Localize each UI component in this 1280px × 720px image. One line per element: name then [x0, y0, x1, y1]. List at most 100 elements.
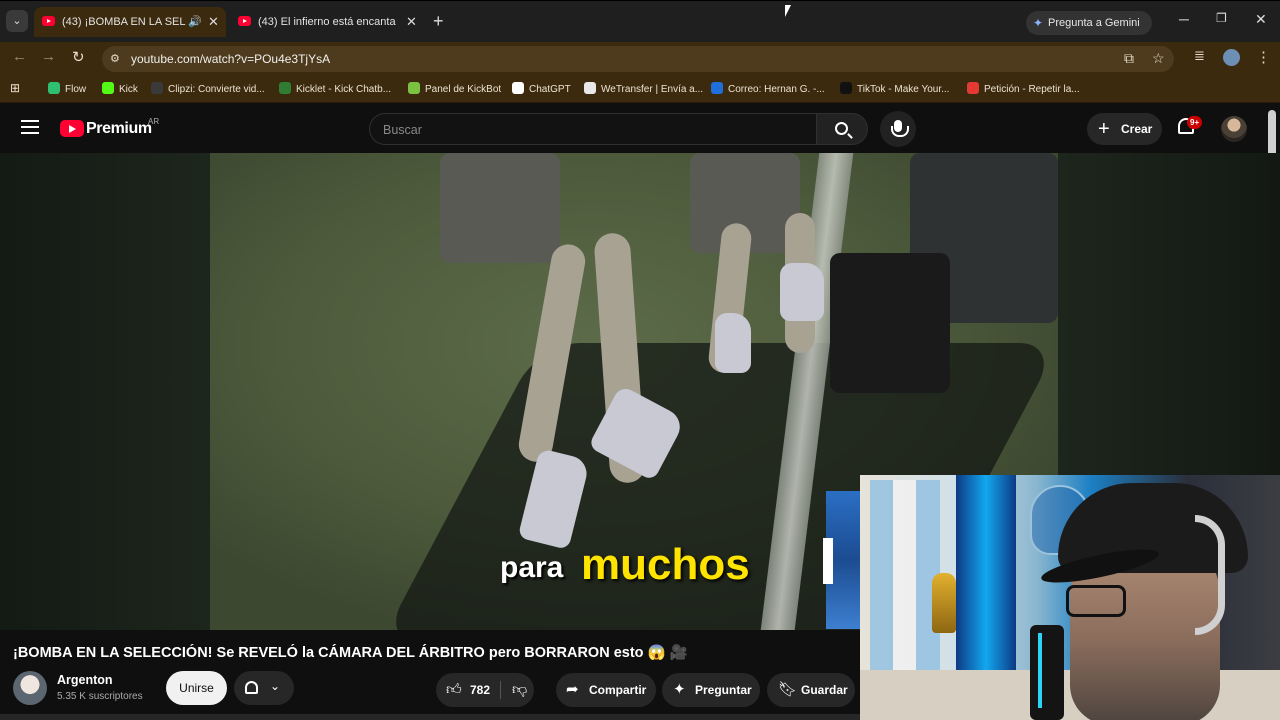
channel-avatar[interactable]: [13, 671, 47, 705]
youtube-header: Premium AR Buscar + Crear 9+: [0, 103, 1280, 153]
streamer-headset: [1195, 515, 1225, 635]
create-button[interactable]: + Crear: [1087, 113, 1162, 145]
tab-search-dropdown-icon[interactable]: ⌄: [6, 10, 28, 32]
search-button[interactable]: [816, 113, 868, 145]
wetransfer-icon: [584, 82, 596, 94]
minimize-window-icon[interactable]: ─: [1179, 11, 1189, 27]
chrome-menu-icon[interactable]: ⋮: [1256, 48, 1271, 66]
new-tab-button[interactable]: +: [433, 11, 444, 31]
chatgpt-icon: [512, 82, 524, 94]
description-box-edge: [0, 714, 860, 720]
profile-avatar-icon[interactable]: [1223, 49, 1240, 66]
subscriber-count: 5.35 K suscriptores: [57, 691, 143, 702]
gemini-sparkle-icon: ✦: [1033, 16, 1044, 30]
save-button[interactable]: 🔖︎ Guardar: [767, 673, 855, 707]
bookmarks-bar: ⊞ Flow Kick Clipzi: Convierte vid... Kickle…: [0, 75, 1280, 103]
close-window-icon[interactable]: ✕: [1255, 11, 1267, 28]
bookmark-label: ChatGPT: [529, 84, 571, 95]
search-placeholder: Buscar: [383, 123, 422, 137]
bookmark-label: Kicklet - Kick Chatb...: [296, 84, 392, 95]
change-org-icon: [967, 82, 979, 94]
bell-icon: [245, 681, 258, 694]
bookmark-label: Kick: [119, 84, 138, 95]
ask-label: Preguntar: [695, 683, 752, 697]
bookmark-label: Panel de KickBot: [425, 84, 502, 95]
tab-audio-icon[interactable]: 🔊: [188, 15, 202, 28]
bookmark-item[interactable]: TikTok - Make Your...: [840, 82, 949, 95]
join-button[interactable]: Unirse: [166, 671, 227, 705]
video-side-fill: [0, 153, 210, 630]
bookmark-item[interactable]: Correo: Hernan G. -...: [711, 82, 825, 95]
bookmark-label: Clipzi: Convierte vid...: [168, 84, 265, 95]
country-code: AR: [148, 117, 160, 126]
gemini-label: Pregunta a Gemini: [1048, 17, 1140, 29]
bookmark-item[interactable]: Panel de KickBot: [408, 82, 501, 95]
thumbs-down-icon[interactable]: 👎︎: [512, 673, 527, 707]
search-input[interactable]: Buscar: [369, 113, 816, 145]
like-count[interactable]: 782: [470, 673, 490, 707]
voice-search-microphone-icon[interactable]: [880, 111, 916, 147]
browser-tab-strip: ⌄ (43) ¡BOMBA EN LA SELECCI 🔊 ✕ (43) El …: [0, 0, 1280, 42]
bookmark-item[interactable]: WeTransfer | Envía a...: [584, 82, 703, 95]
kick-icon: [102, 82, 114, 94]
bookmark-item[interactable]: Kicklet - Kick Chatb...: [279, 82, 391, 95]
bookmark-item[interactable]: Flow: [48, 82, 86, 95]
chevron-down-icon: ⌄: [270, 679, 281, 693]
kickbot-icon: [408, 82, 420, 94]
video-inset-strip: [823, 538, 833, 584]
channel-name[interactable]: Argenton: [57, 673, 113, 687]
share-button[interactable]: ➦ Compartir: [556, 673, 656, 707]
ask-button[interactable]: ✦ Preguntar: [662, 673, 760, 707]
streaming-microphone: [1030, 625, 1064, 720]
video-subtitle-big: muchos: [581, 540, 750, 589]
video-title: ¡BOMBA EN LA SELECCIÓN! Se REVELÓ la CÁM…: [13, 645, 688, 661]
menu-hamburger-icon[interactable]: [21, 120, 39, 134]
reading-list-icon[interactable]: ≣: [1194, 48, 1205, 64]
sparkle-icon: ✦: [673, 681, 686, 698]
notifications-badge: 9+: [1187, 116, 1203, 129]
youtube-favicon-icon: [238, 16, 251, 26]
bookmark-label: Correo: Hernan G. -...: [728, 84, 825, 95]
install-app-icon[interactable]: ⧉: [1124, 50, 1134, 67]
tiktok-icon: [840, 82, 852, 94]
youtube-brand-label[interactable]: Premium: [86, 120, 152, 138]
bookmark-icon: 🔖︎: [778, 681, 798, 698]
restore-window-icon[interactable]: ❐: [1216, 11, 1227, 25]
bookmark-item[interactable]: ChatGPT: [512, 82, 571, 95]
share-label: Compartir: [589, 683, 647, 697]
bookmark-item[interactable]: Clipzi: Convierte vid...: [151, 82, 265, 95]
tab-title: (43) ¡BOMBA EN LA SELECCI: [62, 16, 186, 28]
like-divider: [500, 681, 501, 699]
player-shorts: [440, 153, 560, 263]
webcam-overlay: [860, 475, 1280, 720]
thumbs-up-icon[interactable]: 👍︎: [446, 673, 462, 707]
bookmark-star-icon[interactable]: ☆: [1152, 50, 1165, 67]
account-avatar[interactable]: [1221, 116, 1247, 142]
back-arrow-icon[interactable]: ←: [12, 48, 27, 65]
bookmark-label: WeTransfer | Envía a...: [601, 84, 704, 95]
tab-title: (43) El infierno está encantador: [258, 16, 396, 28]
reload-icon[interactable]: ↻: [72, 48, 85, 66]
close-tab-icon[interactable]: ✕: [208, 14, 219, 30]
subscription-bell-button[interactable]: ⌄: [234, 671, 294, 705]
referee-camera: [830, 253, 950, 393]
bookmark-label: Petición - Repetir la...: [984, 84, 1080, 95]
clipzi-icon: [151, 82, 163, 94]
youtube-logo-icon[interactable]: [60, 120, 84, 137]
player-shoe: [715, 313, 751, 373]
forward-arrow-icon[interactable]: →: [41, 48, 56, 65]
apps-grid-icon[interactable]: ⊞: [10, 81, 20, 95]
gemini-button[interactable]: ✦ Pregunta a Gemini: [1026, 11, 1152, 35]
browser-tab-active[interactable]: (43) ¡BOMBA EN LA SELECCI 🔊 ✕: [34, 7, 226, 37]
bookmark-item[interactable]: Petición - Repetir la...: [967, 82, 1080, 95]
address-bar[interactable]: ⚙ youtube.com/watch?v=POu4e3TjYsA ⧉ ☆: [102, 46, 1174, 72]
video-subtitle-small: para: [500, 551, 564, 584]
world-cup-trophy: [932, 573, 956, 633]
close-tab-icon[interactable]: ✕: [406, 14, 417, 30]
site-info-icon[interactable]: ⚙: [110, 52, 120, 65]
bookmark-label: TikTok - Make Your...: [857, 84, 950, 95]
bookmark-item[interactable]: Kick: [102, 82, 138, 95]
search-icon: [835, 122, 848, 135]
browser-toolbar: ← → ↻ ⚙ youtube.com/watch?v=POu4e3TjYsA …: [0, 42, 1280, 75]
browser-tab[interactable]: (43) El infierno está encantador ✕: [230, 7, 426, 37]
